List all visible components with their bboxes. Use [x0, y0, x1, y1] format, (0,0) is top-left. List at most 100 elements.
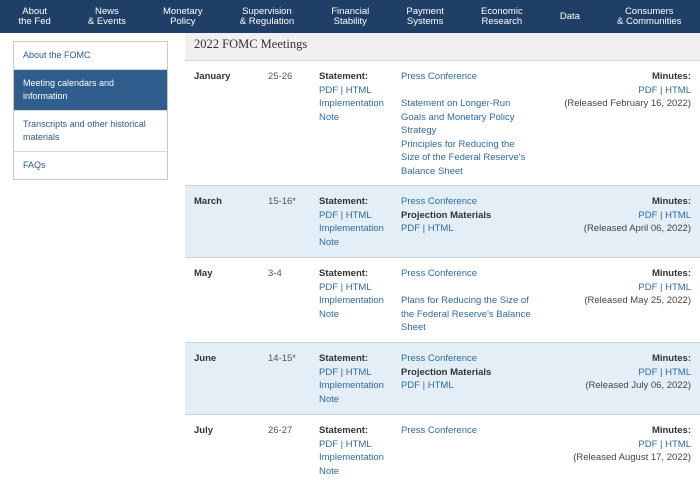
meeting-dates: 15-16*: [268, 196, 296, 207]
nav-label-line1: Supervision: [242, 5, 292, 17]
implementation-note-link[interactable]: Implementation Note: [319, 97, 399, 124]
link-separator: |: [660, 438, 663, 450]
nav-news-events[interactable]: News & Events: [69, 0, 144, 33]
nav-label-line1: Data: [559, 10, 580, 22]
minutes-pdf-link[interactable]: PDF: [638, 439, 657, 450]
main-content: 2022 FOMC Meetings January 25-26 Stateme…: [185, 33, 700, 482]
nav-label-line1: Economic: [481, 5, 523, 17]
statement-pdf-link[interactable]: PDF: [319, 210, 338, 221]
meeting-dates: 25-26: [268, 71, 293, 82]
minutes-release-date: (Released February 16, 2022): [564, 98, 691, 109]
link-separator: |: [340, 366, 344, 378]
statement-html-link[interactable]: HTML: [346, 367, 372, 378]
nav-consumers-communities[interactable]: Consumers & Communities: [598, 0, 700, 33]
projection-pdf-link[interactable]: PDF: [401, 223, 420, 234]
sidebar-nav: About the FOMC Meeting calendars and inf…: [13, 41, 168, 180]
minutes-block: Minutes: PDF | HTML (Released February 1…: [521, 70, 691, 111]
implementation-note-link[interactable]: Implementation Note: [319, 451, 399, 478]
minutes-html-link[interactable]: HTML: [665, 85, 691, 96]
nav-label-line2: Research: [481, 15, 523, 27]
projection-materials-label: Projection Materials: [401, 366, 492, 378]
statement-html-link[interactable]: HTML: [346, 210, 372, 221]
sidebar-item-about-fomc[interactable]: About the FOMC: [14, 42, 167, 70]
statement-block: Statement: PDF | HTML Implementation Not…: [319, 195, 399, 249]
link-separator: |: [422, 223, 426, 234]
statement-label: Statement:: [319, 268, 369, 279]
press-conference-link[interactable]: Press Conference: [401, 352, 531, 366]
link-separator: |: [422, 380, 426, 391]
link-separator: |: [340, 281, 344, 293]
minutes-pdf-link[interactable]: PDF: [638, 85, 657, 96]
projection-pdf-link[interactable]: PDF: [401, 380, 420, 391]
meeting-month: March: [194, 196, 222, 207]
minutes-html-link[interactable]: HTML: [665, 282, 691, 293]
nav-label-line2: & Communities: [617, 15, 682, 27]
sidebar-item-transcripts[interactable]: Transcripts and other historical materia…: [14, 111, 167, 152]
sidebar-item-faqs[interactable]: FAQs: [14, 152, 167, 179]
nav-label-line1: Payment: [406, 5, 444, 17]
nav-label-line1: About: [22, 5, 48, 17]
minutes-block: Minutes: PDF | HTML (Released May 25, 20…: [521, 267, 691, 308]
meeting-row-may: May 3-4 Statement: PDF | HTML Implementa…: [185, 257, 700, 342]
link-separator: |: [660, 281, 663, 293]
implementation-note-link[interactable]: Implementation Note: [319, 294, 399, 321]
meeting-month: July: [194, 425, 214, 436]
minutes-block: Minutes: PDF | HTML (Released August 17,…: [521, 424, 691, 465]
nav-financial-stability[interactable]: Financial Stability: [313, 0, 388, 33]
nav-monetary-policy[interactable]: Monetary Policy: [144, 0, 221, 33]
meeting-row-march: March 15-16* Statement: PDF | HTML Imple…: [185, 185, 700, 257]
link-separator: |: [660, 366, 663, 378]
statement-pdf-link[interactable]: PDF: [319, 439, 338, 450]
meeting-row-june: June 14-15* Statement: PDF | HTML Implem…: [185, 342, 700, 414]
minutes-release-date: (Released May 25, 2022): [584, 295, 691, 306]
statement-label: Statement:: [319, 425, 369, 436]
minutes-pdf-link[interactable]: PDF: [638, 367, 657, 378]
projection-materials-label: Projection Materials: [401, 209, 492, 221]
statement-label: Statement:: [319, 71, 369, 82]
meeting-dates: 26-27: [268, 425, 293, 436]
minutes-label: Minutes:: [651, 425, 691, 436]
minutes-html-link[interactable]: HTML: [665, 367, 691, 378]
top-nav: About the Fed News & Events Monetary Policy…: [0, 0, 700, 33]
statement-html-link[interactable]: HTML: [346, 85, 372, 96]
nav-economic-research[interactable]: Economic Research: [462, 0, 541, 33]
press-block: Press Conference Statement on Longer-Run…: [401, 70, 531, 178]
meeting-dates: 3-4: [268, 268, 282, 279]
meeting-dates: 14-15*: [268, 353, 296, 364]
statement-pdf-link[interactable]: PDF: [319, 367, 338, 378]
statement-block: Statement: PDF | HTML Implementation Not…: [319, 352, 399, 406]
minutes-release-date: (Released July 06, 2022): [585, 380, 691, 391]
press-block: Press Conference Projection Materials PD…: [401, 352, 531, 393]
sidebar-item-meeting-calendars[interactable]: Meeting calendars and information: [14, 70, 167, 111]
balance-sheet-plans-link[interactable]: Plans for Reducing the Size of the Feder…: [401, 294, 531, 335]
statement-html-link[interactable]: HTML: [346, 282, 372, 293]
minutes-pdf-link[interactable]: PDF: [638, 282, 657, 293]
press-conference-link[interactable]: Press Conference: [401, 70, 531, 84]
projection-html-link[interactable]: HTML: [428, 223, 454, 234]
balance-sheet-principles-link[interactable]: Principles for Reducing the Size of the …: [401, 138, 531, 179]
press-conference-link[interactable]: Press Conference: [401, 195, 531, 209]
statement-block: Statement: PDF | HTML Implementation Not…: [319, 267, 399, 321]
press-conference-link[interactable]: Press Conference: [401, 267, 531, 281]
link-separator: |: [340, 84, 344, 96]
press-conference-link[interactable]: Press Conference: [401, 424, 531, 438]
implementation-note-link[interactable]: Implementation Note: [319, 222, 399, 249]
nav-label-line1: News: [95, 5, 119, 17]
longer-run-goals-link[interactable]: Statement on Longer-Run Goals and Moneta…: [401, 97, 531, 138]
statement-pdf-link[interactable]: PDF: [319, 85, 338, 96]
statement-pdf-link[interactable]: PDF: [319, 282, 338, 293]
minutes-block: Minutes: PDF | HTML (Released July 06, 2…: [521, 352, 691, 393]
minutes-pdf-link[interactable]: PDF: [638, 210, 657, 221]
projection-html-link[interactable]: HTML: [428, 380, 454, 391]
minutes-html-link[interactable]: HTML: [665, 439, 691, 450]
nav-payment-systems[interactable]: Payment Systems: [388, 0, 463, 33]
link-separator: |: [340, 438, 344, 450]
nav-about-the-fed[interactable]: About the Fed: [0, 0, 69, 33]
minutes-label: Minutes:: [651, 196, 691, 207]
minutes-html-link[interactable]: HTML: [665, 210, 691, 221]
nav-data[interactable]: Data: [541, 0, 598, 33]
statement-html-link[interactable]: HTML: [346, 439, 372, 450]
nav-supervision-regulation[interactable]: Supervision & Regulation: [221, 0, 313, 33]
implementation-note-link[interactable]: Implementation Note: [319, 379, 399, 406]
meeting-row-july: July 26-27 Statement: PDF | HTML Impleme…: [185, 414, 700, 482]
